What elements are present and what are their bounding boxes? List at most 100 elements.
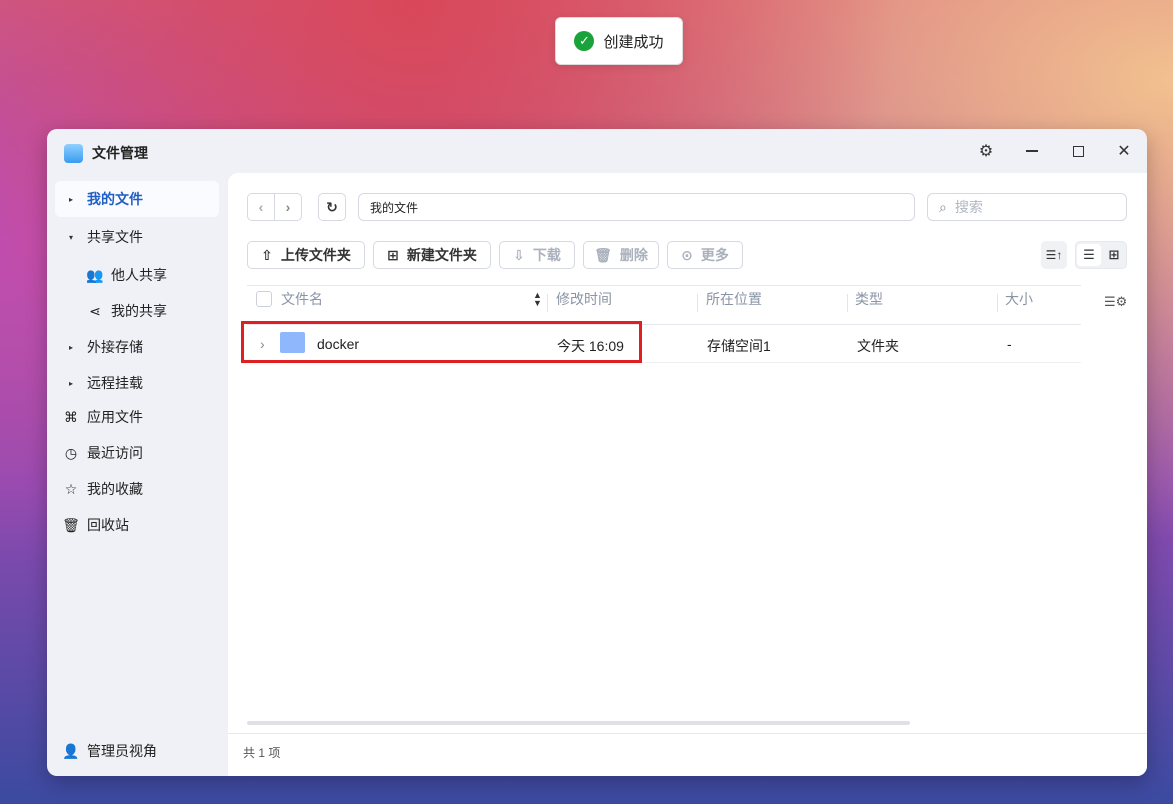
trash-icon: 🗑	[62, 516, 80, 533]
more-button[interactable]: ⊙ 更多	[667, 241, 743, 269]
button-label: 上传文件夹	[280, 247, 351, 263]
admin-view-label: 管理员视角	[87, 743, 157, 759]
select-all-checkbox[interactable]	[256, 291, 272, 307]
sidebar-item-label: 我的收藏	[87, 481, 143, 497]
toast-message: 创建成功	[603, 33, 664, 51]
sidebar-item-label: 应用文件	[87, 409, 143, 425]
column-settings-icon[interactable]: ☰⚙	[1104, 294, 1127, 310]
sidebar-item-label: 他人共享	[111, 267, 167, 283]
sidebar-item-label: 共享文件	[87, 229, 143, 245]
sidebar-item-favorites[interactable]: ☆ 我的收藏	[55, 471, 219, 507]
column-header-modified[interactable]: 修改时间	[556, 289, 612, 309]
sidebar: ▸ 我的文件 ▾ 共享文件 👥 他人共享 ⋖ 我的共享 ▸ 外接存储 ▸ 远程挂载 ⌘ 应用文…	[47, 173, 228, 776]
file-manager-window: 文件管理 ⚙ ✕ ▸ 我的文件 ▾ 共享文件 👥 他人共享 ⋖ 我的共享 ▸ 外接存储 ▸…	[47, 129, 1147, 776]
grid-icon: ⊞	[1108, 247, 1120, 262]
search-placeholder: 搜索	[954, 199, 983, 215]
sidebar-item-my-shares[interactable]: ⋖ 我的共享	[55, 293, 219, 329]
command-icon: ⌘	[64, 408, 78, 425]
button-label: 更多	[700, 247, 729, 263]
maximize-icon	[1072, 145, 1084, 157]
back-button[interactable]: ‹	[247, 193, 275, 221]
list-view-button[interactable]: ☰	[1077, 244, 1101, 266]
sort-button[interactable]: ☰↑	[1041, 241, 1067, 269]
title-bar: 文件管理	[64, 143, 148, 163]
sidebar-item-label: 最近访问	[87, 445, 143, 461]
sidebar-item-trash[interactable]: 🗑 回收站	[55, 507, 219, 543]
star-icon: ☆	[64, 480, 78, 497]
button-label: 删除	[619, 247, 648, 263]
footer-divider	[228, 733, 1147, 734]
maximize-button[interactable]	[1066, 139, 1090, 163]
refresh-icon: ↻	[326, 198, 338, 215]
button-label: 新建文件夹	[406, 247, 477, 263]
sort-icon: ☰↑	[1045, 248, 1063, 262]
item-count: 共 1 项	[243, 746, 281, 760]
delete-button[interactable]: 🗑 删除	[583, 241, 659, 269]
path-input[interactable]: 我的文件	[358, 193, 915, 221]
chevron-left-icon: ‹	[258, 199, 264, 215]
folder-icon	[280, 332, 305, 353]
admin-user-icon: 👤	[62, 742, 80, 759]
caret-right-icon: ▸	[68, 194, 73, 204]
horizontal-scrollbar[interactable]	[247, 721, 910, 725]
sidebar-item-recent[interactable]: ◷ 最近访问	[55, 435, 219, 471]
new-folder-button[interactable]: ⊞ 新建文件夹	[373, 241, 491, 269]
view-toggle: ☰ ⊞	[1075, 241, 1127, 269]
new-folder-icon: ⊞	[387, 246, 399, 263]
column-header-location[interactable]: 所在位置	[706, 289, 762, 309]
app-icon	[64, 143, 83, 163]
sidebar-item-my-files[interactable]: ▸ 我的文件	[55, 181, 219, 217]
close-button[interactable]: ✕	[1112, 139, 1136, 163]
more-icon: ⊙	[681, 246, 693, 263]
chevron-right-icon: ›	[285, 199, 291, 215]
column-header-size[interactable]: 大小	[1005, 289, 1033, 309]
file-type: 文件夹	[857, 338, 899, 354]
main-panel: ‹ › ↻ 我的文件 ⌕ 搜索 ⇧ 上传文件夹 ⊞ 新建文件夹 ⇩ 下载 🗑 删除 ⊙ 更多…	[228, 173, 1147, 776]
sidebar-item-shared-files[interactable]: ▾ 共享文件	[55, 219, 219, 255]
column-header-name[interactable]: 文件名	[281, 289, 323, 309]
grid-view-button[interactable]: ⊞	[1103, 247, 1125, 263]
column-header-type[interactable]: 类型	[855, 289, 883, 309]
file-name[interactable]: docker	[317, 336, 359, 352]
table-top-divider	[247, 285, 1081, 286]
sidebar-item-label: 外接存储	[87, 339, 143, 355]
toast-notification: ✓ 创建成功	[555, 17, 683, 65]
caret-down-icon: ▾	[68, 232, 73, 242]
users-icon: 👥	[86, 266, 104, 283]
gear-icon: ⚙	[978, 143, 994, 160]
sidebar-item-app-files[interactable]: ⌘ 应用文件	[55, 399, 219, 435]
button-label: 下载	[532, 247, 561, 263]
refresh-button[interactable]: ↻	[318, 193, 346, 221]
search-input[interactable]: ⌕ 搜索	[927, 193, 1127, 221]
sidebar-item-label: 我的文件	[87, 191, 143, 207]
file-modified: 今天 16:09	[557, 338, 624, 354]
share-icon: ⋖	[89, 302, 101, 319]
sidebar-item-external-storage[interactable]: ▸ 外接存储	[55, 329, 219, 365]
close-icon: ✕	[1117, 143, 1131, 160]
settings-button[interactable]: ⚙	[974, 139, 998, 163]
clock-icon: ◷	[64, 444, 78, 461]
caret-right-icon: ▸	[68, 378, 73, 388]
trash-icon: 🗑	[594, 246, 612, 263]
search-icon: ⌕	[939, 198, 947, 215]
sidebar-item-label: 我的共享	[111, 303, 167, 319]
upload-folder-button[interactable]: ⇧ 上传文件夹	[247, 241, 365, 269]
sidebar-item-label: 远程挂载	[87, 375, 143, 391]
file-size: -	[1007, 336, 1012, 352]
download-icon: ⇩	[513, 246, 525, 263]
sidebar-item-remote-mount[interactable]: ▸ 远程挂载	[55, 365, 219, 401]
sidebar-item-shared-by-others[interactable]: 👥 他人共享	[55, 257, 219, 293]
list-icon: ☰	[1083, 247, 1095, 262]
caret-right-icon: ▸	[68, 342, 73, 352]
check-circle-icon: ✓	[574, 31, 595, 51]
window-title: 文件管理	[92, 145, 148, 161]
sort-toggle-icon[interactable]: ▲ ▼	[533, 291, 542, 308]
upload-icon: ⇧	[261, 246, 273, 263]
download-button[interactable]: ⇩ 下载	[499, 241, 575, 269]
forward-button[interactable]: ›	[274, 193, 302, 221]
file-location: 存储空间1	[707, 338, 771, 354]
admin-view-toggle[interactable]: 👤 管理员视角	[55, 733, 219, 769]
minimize-button[interactable]	[1020, 139, 1044, 163]
expand-chevron-icon[interactable]: ›	[260, 336, 265, 352]
sidebar-item-label: 回收站	[87, 517, 129, 533]
